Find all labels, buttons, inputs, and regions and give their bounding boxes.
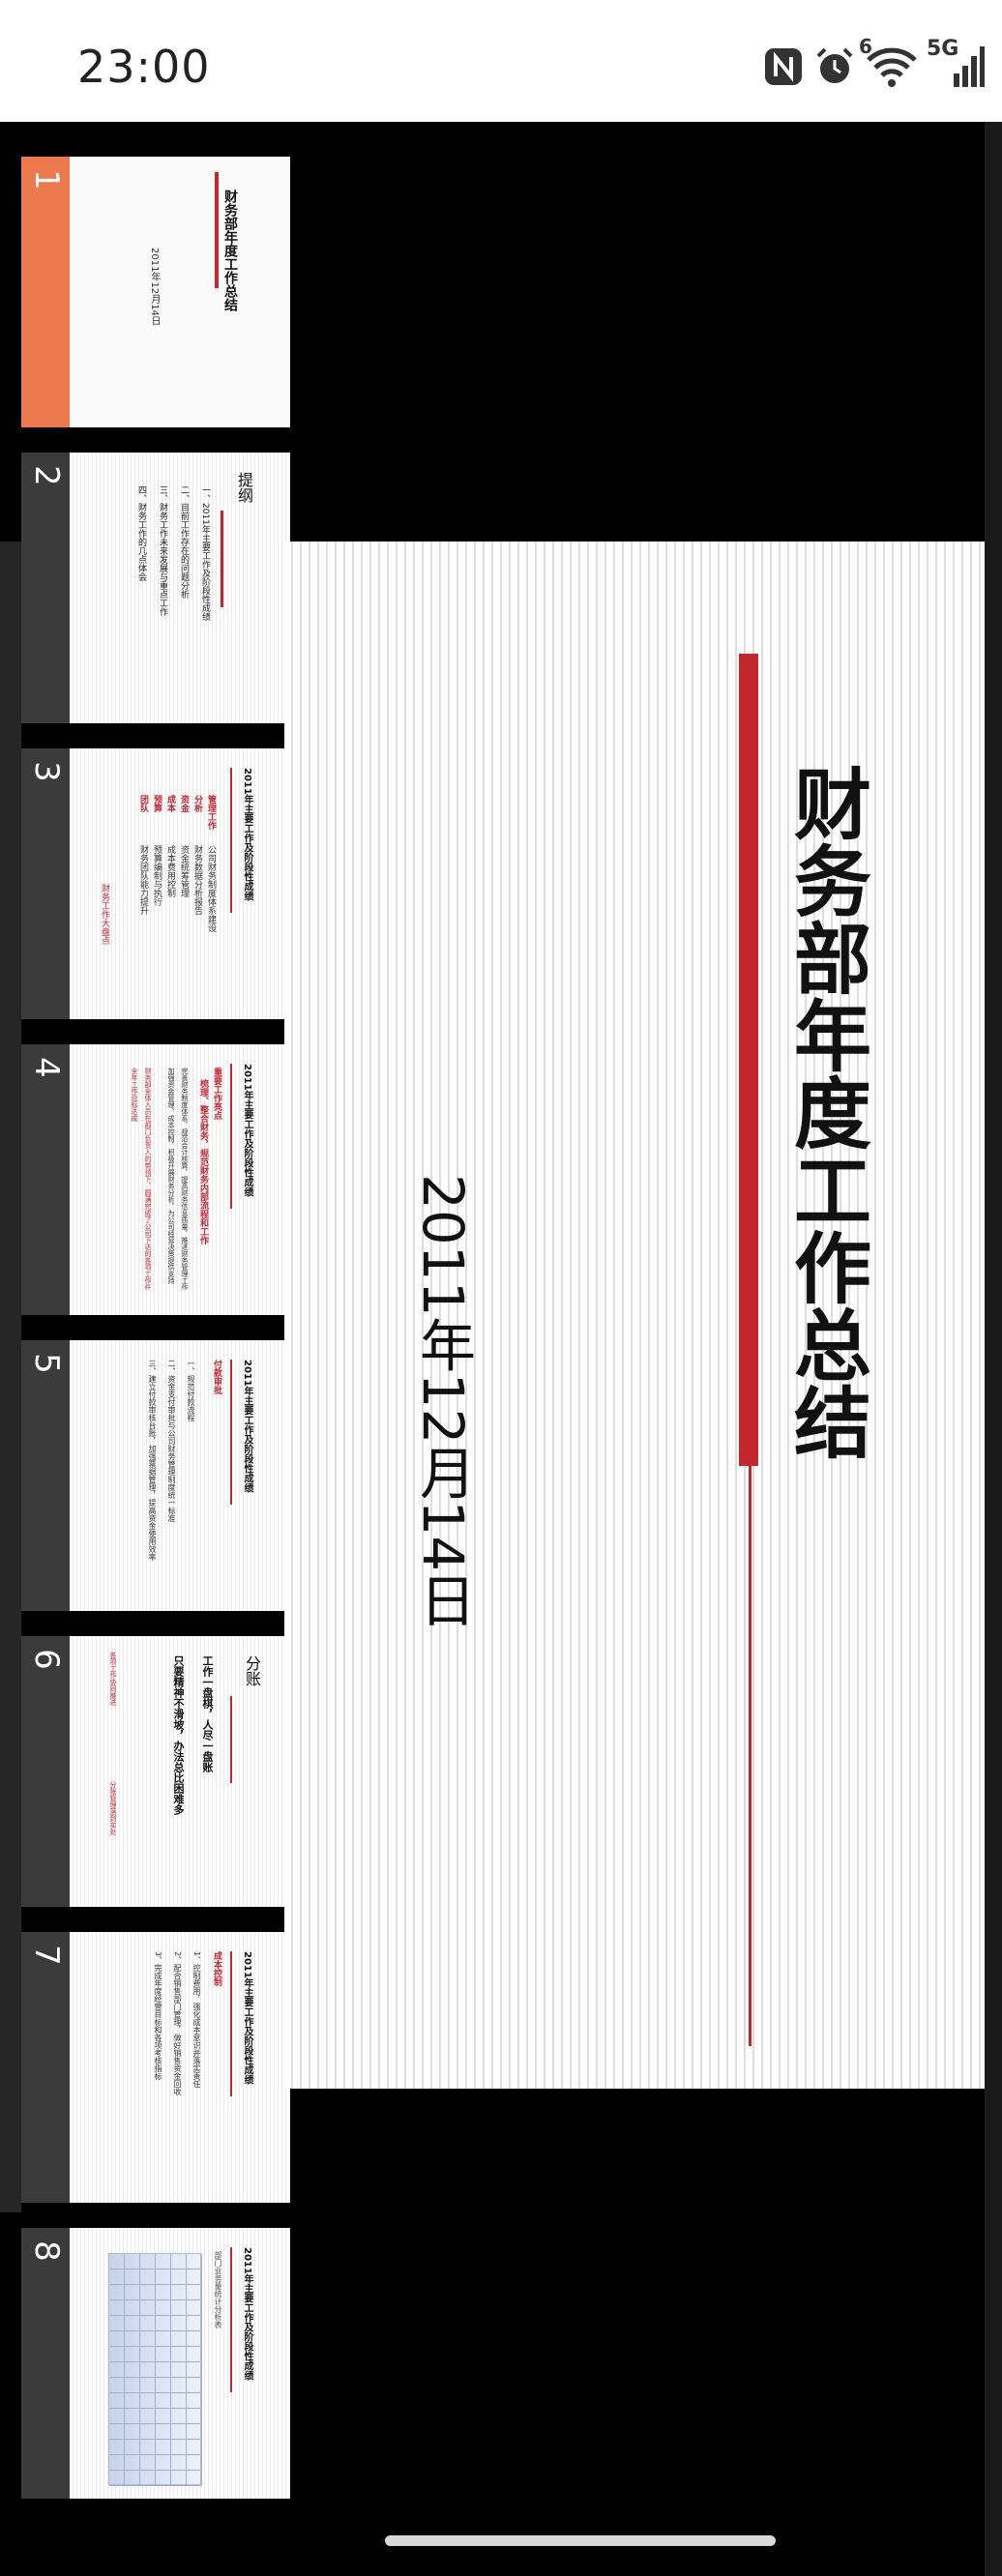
slide-number-column: 6: [21, 1636, 70, 1907]
thumb-table: [108, 2253, 202, 2486]
thumbnail-preview: 提纲 一、2011年主要工作及阶段性成绩 二、目前工作存在的问题分析 三、财务工…: [70, 453, 290, 723]
title-accent-bar: [739, 654, 758, 1466]
thumb-line: 只要精神不滑坡，办法总比困难多: [172, 1655, 185, 1815]
thumbnail-preview: 财务部年度工作总结 2011年12月14日: [70, 157, 290, 427]
thumb-heading: 成本控制: [212, 1951, 221, 1986]
thumb-desc: 公司财务制度体系建设: [206, 845, 216, 932]
thumb-title: 2011年主要工作及阶段性成绩: [242, 1064, 252, 1197]
thumb-label: 管理工作: [206, 795, 216, 830]
slide-title: 财务部年度工作总结: [781, 764, 871, 1460]
slide-thumbnail-7[interactable]: 7 2011年主要工作及阶段性成绩 成本控制 1、控制费用，强化成本意识并落实责…: [21, 1932, 290, 2203]
slide-number: 4: [27, 1057, 66, 1078]
main-slide[interactable]: 财务部年度工作总结 2011年12月14日: [284, 542, 985, 2089]
slide-number: 3: [27, 761, 66, 782]
thumb-item: 四、财务工作的几点体会: [136, 485, 146, 581]
thumb-title: 2011年主要工作及阶段性成绩: [242, 2247, 252, 2381]
thumb-title: 提纲: [235, 472, 253, 503]
thumb-item: 三、建立付款审核台账，加强票据管理，提高资金使用效率: [148, 1360, 157, 1561]
thumb-footer: 各项工作协同推进: [109, 1652, 117, 1706]
thumb-item: 二、资金支付审批与公司财务管理制度统一标准: [167, 1360, 176, 1522]
nfc-icon: [762, 45, 805, 92]
slide-date: 2011年12月14日: [410, 1174, 476, 1628]
thumb-item: 二、目前工作存在的问题分析: [179, 485, 189, 599]
thumb-title: 2011年主要工作及阶段性成绩: [242, 1360, 252, 1493]
thumbnail-preview: 分账 工作一盘棋，人尽一盘账 只要精神不滑坡，办法总比困难多 各项工作协同推进 …: [70, 1636, 290, 1907]
thumb-label: 预算: [152, 795, 162, 812]
thumb-para: 加强资金管理、成本控制，积极开展财务分析，为公司经营决策提供支持: [167, 1068, 175, 1284]
thumb-title: 2011年主要工作及阶段性成绩: [242, 1951, 252, 2085]
wifi-icon: 6: [859, 35, 919, 93]
thumbnail-preview: 2011年主要工作及阶段性成绩 付款审批 一、规范付款流程 二、资金支付审批与公…: [70, 1340, 290, 1611]
thumb-desc: 成本费用控制: [165, 845, 175, 897]
slide-number: 2: [27, 465, 66, 486]
thumb-footer: 财务工作大盘点: [100, 884, 109, 945]
thumb-desc: 财务数据分析报告: [192, 845, 202, 915]
scroll-strip[interactable]: [985, 122, 1002, 2576]
thumb-caption: 部门业务量统计分析表: [214, 2251, 222, 2328]
thumb-title: 财务部年度工作总结: [222, 190, 238, 311]
wifi-badge: 6: [859, 35, 872, 58]
presentation-viewer: 1 财务部年度工作总结 2011年12月14日 2 提纲 一、2011年主要工作…: [0, 122, 1002, 2576]
signal-5g-icon: 5G: [927, 37, 985, 93]
slide-number-column: 2: [21, 453, 70, 723]
slide-number-column: 4: [21, 1044, 70, 1315]
thumb-desc: 财务团队能力提升: [138, 845, 148, 915]
thumb-heading: 付款审批: [212, 1360, 221, 1394]
thumbnail-preview: 2011年主要工作及阶段性成绩 重要工作亮点 梳理、整合财务，规范财务内部流程和…: [70, 1044, 290, 1315]
slide-number-column: 7: [21, 1932, 70, 2203]
slide-thumbnail-3[interactable]: 3 2011年主要工作及阶段性成绩 管理工作 分析 资金 成本 预算 团队 公司…: [21, 748, 290, 1019]
slide-number-column: 1: [21, 157, 70, 427]
status-time: 23:00: [77, 41, 211, 93]
home-indicator[interactable]: [385, 2535, 776, 2546]
slide-number: 1: [27, 169, 66, 190]
thumb-item: 3、完成年度经营目标和各项考核指标: [154, 1951, 162, 2081]
title-accent-line: [749, 1466, 752, 2046]
thumb-label: 成本: [165, 795, 175, 812]
slide-number-column: 5: [21, 1340, 70, 1611]
slide-number-column: 8: [21, 2228, 70, 2499]
slide-thumbnail-4[interactable]: 4 2011年主要工作及阶段性成绩 重要工作亮点 梳理、整合财务，规范财务内部流…: [21, 1044, 290, 1315]
panel-edge: [0, 542, 21, 2212]
thumbnail-preview: 2011年主要工作及阶段性成绩 管理工作 分析 资金 成本 预算 团队 公司财务…: [70, 748, 290, 1019]
slide-thumbnail-5[interactable]: 5 2011年主要工作及阶段性成绩 付款审批 一、规范付款流程 二、资金支付审批…: [21, 1340, 290, 1611]
status-bar: 23:00 6 5G: [0, 0, 1002, 122]
thumb-desc: 预算编制与执行: [152, 845, 162, 906]
thumb-item: 一、2011年主要工作及阶段性成绩: [200, 485, 210, 621]
slide-thumbnail-1[interactable]: 1 财务部年度工作总结 2011年12月14日: [21, 157, 290, 427]
thumbnail-preview: 2011年主要工作及阶段性成绩 部门业务量统计分析表: [70, 2228, 290, 2499]
slide-number: 8: [27, 2240, 66, 2262]
slide-thumbnail-2[interactable]: 2 提纲 一、2011年主要工作及阶段性成绩 二、目前工作存在的问题分析 三、财…: [21, 453, 290, 723]
thumbnail-preview: 2011年主要工作及阶段性成绩 成本控制 1、控制费用，强化成本意识并落实责任 …: [70, 1932, 290, 2203]
thumb-desc: 资金统筹管理: [179, 845, 189, 897]
thumb-line: 工作一盘棋，人尽一盘账: [201, 1655, 214, 1772]
thumb-label: 分析: [192, 795, 202, 812]
thumb-heading: 重要工作亮点: [212, 1068, 221, 1120]
slide-number: 7: [27, 1945, 66, 1966]
thumb-item: 三、财务工作未来发展与重点工作: [158, 485, 167, 616]
thumb-footer: 分账管理落到实处: [109, 1781, 117, 1835]
slide-thumbnail-6[interactable]: 6 分账 工作一盘棋，人尽一盘账 只要精神不滑坡，办法总比困难多 各项工作协同推…: [21, 1636, 290, 1907]
thumb-para: 完善财务制度体系，规范会计核算，提高财务信息质量，推进财务管理工作: [181, 1068, 189, 1290]
thumb-sub: 梳理、整合财务，规范财务内部流程和工作: [198, 1079, 208, 1244]
thumb-item: 1、控制费用，强化成本意识并落实责任: [192, 1951, 201, 2089]
alarm-icon: [812, 44, 857, 93]
status-icons: 6 5G: [762, 35, 985, 95]
thumb-item: 2、配合销售部门管理，做好销售资金回收: [173, 1951, 182, 2096]
thumb-title: 分账: [243, 1655, 261, 1686]
thumb-label: 资金: [179, 795, 189, 812]
thumb-item: 一、规范付款流程: [187, 1360, 195, 1421]
network-type: 5G: [927, 37, 959, 61]
thumb-title: 2011年主要工作及阶段性成绩: [242, 768, 252, 901]
slide-number: 6: [27, 1649, 66, 1670]
slide-number: 5: [27, 1353, 66, 1374]
thumb-label: 团队: [138, 795, 148, 812]
slide-thumbnail-8[interactable]: 8 2011年主要工作及阶段性成绩 部门业务量统计分析表: [21, 2228, 290, 2499]
thumb-note: 全年工作目标达成: [131, 1068, 138, 1122]
thumb-para: 财务部全体人员在部门负责人的带领下，圆满完成了公司下达的各项工作任务: [144, 1068, 152, 1290]
slide-number-column: 3: [21, 748, 70, 1019]
thumb-date: 2011年12月14日: [149, 248, 160, 326]
